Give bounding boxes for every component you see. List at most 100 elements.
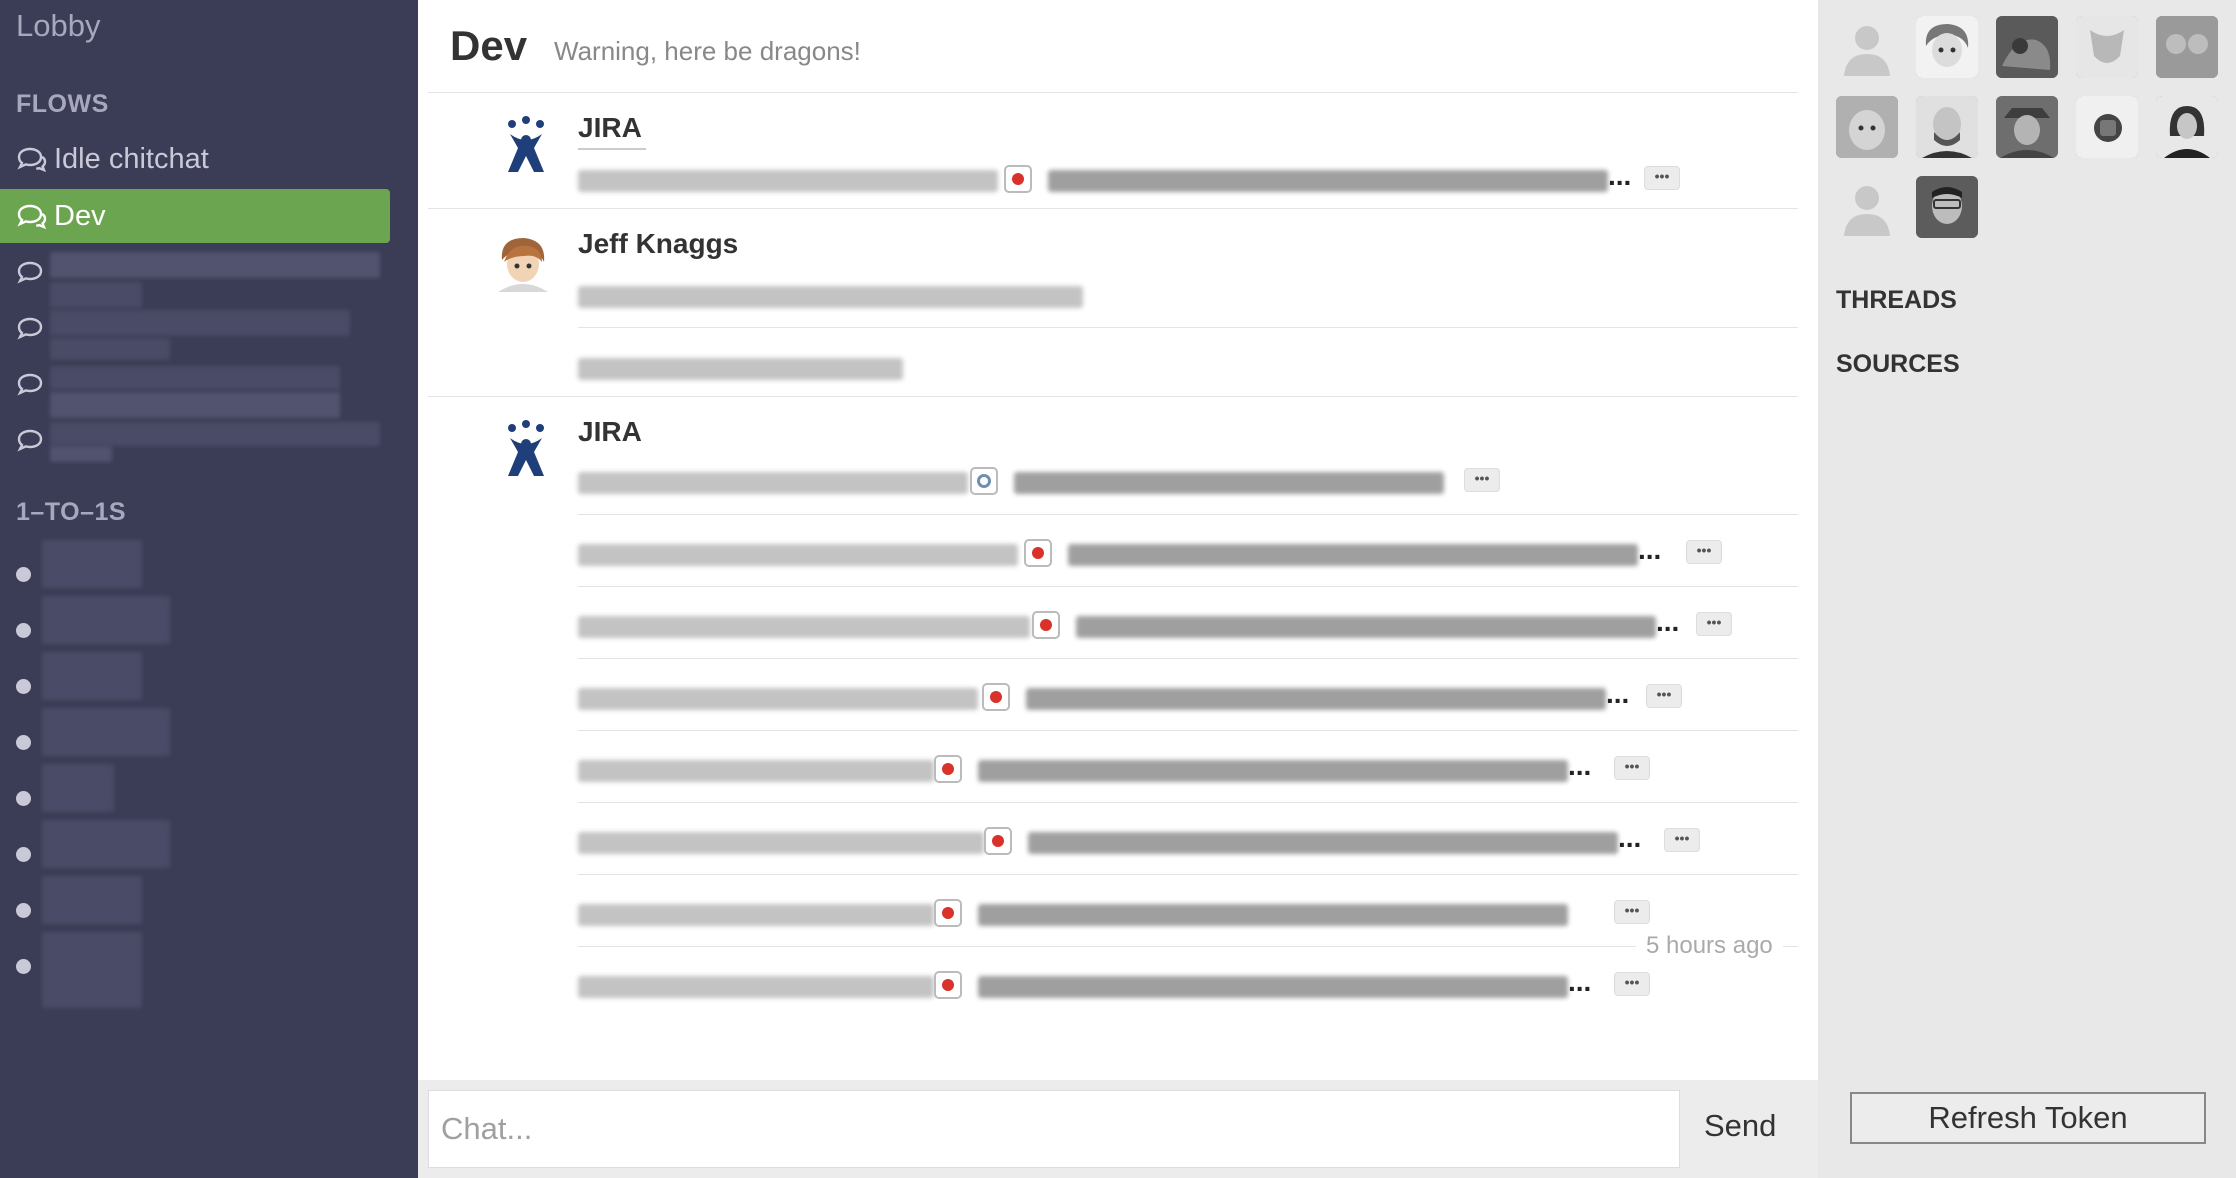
- threads-heading[interactable]: THREADS: [1836, 286, 1957, 315]
- redacted-text: [978, 976, 1568, 998]
- issue-type-icon: [984, 827, 1012, 855]
- flow-item-dev[interactable]: Dev: [0, 189, 390, 243]
- divider: [578, 874, 1798, 875]
- redacted-flow-name: [50, 366, 340, 390]
- send-button[interactable]: Send: [1704, 1108, 1776, 1144]
- message-line[interactable]: •••: [578, 462, 1778, 502]
- message-line[interactable]: ... •••: [578, 966, 1778, 1006]
- flow-item-idle-chitchat[interactable]: Idle chitchat: [0, 132, 390, 186]
- redacted-text: [578, 760, 934, 782]
- truncation-ellipsis: ...: [1568, 966, 1592, 997]
- divider: [578, 946, 1798, 947]
- message-more-button[interactable]: •••: [1686, 540, 1722, 564]
- message-line[interactable]: ... •••: [578, 822, 1778, 862]
- divider: [428, 208, 1798, 209]
- issue-type-icon: [982, 683, 1010, 711]
- redacted-user-name: [42, 652, 142, 700]
- chat-bubble-icon: [17, 429, 43, 452]
- message-line[interactable]: [578, 348, 1178, 388]
- message-line[interactable]: ... •••: [578, 160, 1778, 200]
- refresh-token-button[interactable]: Refresh Token: [1850, 1092, 2206, 1144]
- message-author[interactable]: Jeff Knaggs: [578, 228, 738, 260]
- member-avatar[interactable]: [1916, 176, 1978, 238]
- lobby-link[interactable]: Lobby: [16, 8, 100, 44]
- redacted-flow-name: [50, 338, 170, 360]
- member-avatar[interactable]: [1836, 96, 1898, 158]
- jira-logo-icon: [508, 116, 544, 172]
- presence-dot-icon: [16, 846, 31, 862]
- truncation-ellipsis: ...: [1656, 606, 1680, 637]
- jira-logo-icon: [508, 420, 544, 476]
- default-user-icon[interactable]: [1836, 16, 1898, 78]
- divider: [578, 658, 1798, 659]
- message-more-button[interactable]: •••: [1614, 756, 1650, 780]
- redacted-user-name: [42, 708, 170, 756]
- member-avatar[interactable]: [1916, 16, 1978, 78]
- sidebar: Lobby FLOWS Idle chitchat Dev 1–TO–1S: [0, 0, 418, 1178]
- flow-main: Dev Warning, here be dragons! JIRA ... •…: [418, 0, 1818, 1080]
- chat-bubble-icon: [17, 261, 43, 284]
- message-more-button[interactable]: •••: [1644, 166, 1680, 190]
- redacted-text: [978, 760, 1568, 782]
- divider: [428, 396, 1798, 397]
- divider: [578, 802, 1798, 803]
- message-more-button[interactable]: •••: [1464, 468, 1500, 492]
- chat-bubble-icon: [17, 317, 43, 340]
- user-avatar[interactable]: [494, 232, 552, 294]
- message-more-button[interactable]: •••: [1614, 972, 1650, 996]
- message-line[interactable]: ... •••: [578, 678, 1778, 718]
- message-author[interactable]: JIRA: [578, 112, 642, 144]
- member-avatar[interactable]: [2076, 16, 2138, 78]
- issue-type-icon: [934, 899, 962, 927]
- member-avatar[interactable]: [1996, 96, 2058, 158]
- issue-type-icon: [1032, 611, 1060, 639]
- member-avatar[interactable]: [2156, 96, 2218, 158]
- redacted-user-name: [42, 876, 142, 924]
- redacted-text: [578, 832, 984, 854]
- member-avatar[interactable]: [1916, 96, 1978, 158]
- issue-type-icon: [1004, 165, 1032, 193]
- issue-type-icon: [1024, 539, 1052, 567]
- issue-type-icon: [934, 971, 962, 999]
- message-author[interactable]: JIRA: [578, 416, 642, 448]
- issue-type-icon: [970, 467, 998, 495]
- presence-dot-icon: [16, 734, 31, 750]
- redacted-text: [578, 358, 903, 380]
- redacted-user-name: [42, 596, 170, 644]
- flows-heading: FLOWS: [16, 90, 109, 118]
- redacted-user-name: [42, 820, 170, 868]
- presence-dot-icon: [16, 902, 31, 918]
- chat-input[interactable]: [428, 1090, 1680, 1168]
- member-avatar[interactable]: [2156, 16, 2218, 78]
- redacted-text: [1048, 170, 1608, 192]
- message-more-button[interactable]: •••: [1696, 612, 1732, 636]
- message-line[interactable]: ... •••: [578, 606, 1778, 646]
- presence-dot-icon: [16, 622, 31, 638]
- redacted-flow-name: [50, 446, 112, 462]
- message-more-button[interactable]: •••: [1614, 900, 1650, 924]
- presence-dot-icon: [16, 678, 31, 694]
- divider: [578, 730, 1798, 731]
- message-line[interactable]: [578, 276, 1178, 316]
- truncation-ellipsis: ...: [1606, 678, 1630, 709]
- redacted-text: [578, 170, 998, 192]
- message-timestamp: 5 hours ago: [1636, 932, 1783, 960]
- divider: [578, 327, 1798, 328]
- member-avatar[interactable]: [1996, 16, 2058, 78]
- redacted-text: [578, 544, 1018, 566]
- default-user-icon[interactable]: [1836, 176, 1898, 238]
- one-to-ones-heading: 1–TO–1S: [16, 498, 127, 526]
- redacted-text: [1014, 472, 1444, 494]
- sources-heading[interactable]: SOURCES: [1836, 350, 1960, 379]
- chat-bubble-icon: [17, 204, 47, 230]
- message-more-button[interactable]: •••: [1646, 684, 1682, 708]
- redacted-text: [578, 688, 978, 710]
- message-line[interactable]: ... •••: [578, 750, 1778, 790]
- redacted-text: [1028, 832, 1618, 854]
- divider: [428, 92, 1798, 93]
- redacted-text: [978, 904, 1568, 926]
- message-line[interactable]: ... •••: [578, 534, 1778, 574]
- message-line[interactable]: •••: [578, 894, 1778, 934]
- message-more-button[interactable]: •••: [1664, 828, 1700, 852]
- member-avatar[interactable]: [2076, 96, 2138, 158]
